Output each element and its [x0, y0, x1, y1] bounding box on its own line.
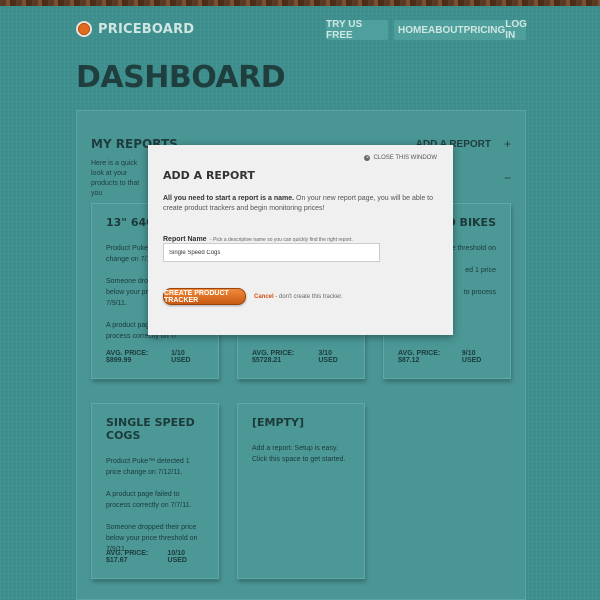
try-us-free-button[interactable]: TRY US FREE [326, 19, 388, 41]
close-label[interactable]: CLOSE THIS WINDOW [373, 155, 437, 161]
brand-logo[interactable]: PRICEBOARD [76, 21, 194, 37]
card-title: [EMPTY] [252, 416, 305, 429]
card-footer: AVG. PRICE: $17.67 10/10 USED [106, 550, 204, 564]
report-name-input[interactable] [163, 243, 380, 262]
card-footer: AVG. PRICE: $87.12 9/10 USED [398, 350, 496, 364]
main-nav: HOME ABOUT PRICING LOG IN [394, 19, 527, 41]
nav-login[interactable]: LOG IN [505, 19, 527, 41]
wood-header-strip [0, 0, 600, 6]
reports-intro: Here is a quick look at your products to… [91, 160, 140, 197]
cancel-note: - don't create this tracker. [273, 294, 343, 300]
brand-name: PRICEBOARD [98, 21, 195, 37]
card-line: A product page failed to process correct… [106, 491, 192, 509]
nav-about[interactable]: ABOUT [428, 25, 464, 36]
cancel-row: Cancel - don't create this tracker. [254, 294, 343, 300]
avg-price: AVG. PRICE: $17.67 [106, 550, 149, 564]
card-footer: AVG. PRICE: $5728.21 3/10 USED [252, 350, 350, 364]
close-icon[interactable]: × [364, 155, 371, 161]
used-count: 1/10 USED [171, 350, 191, 364]
avg-price: AVG. PRICE: $5728.21 [252, 350, 295, 364]
nav-home[interactable]: HOME [398, 25, 428, 36]
report-card-empty[interactable]: [EMPTY] Add a report: Setup is easy. Cli… [237, 403, 365, 579]
report-name-label: Report Name - Pick a descriptive name so… [163, 236, 353, 243]
minus-icon[interactable]: − [504, 171, 511, 185]
used-count: 10/10 USED [167, 550, 187, 564]
modal-description: All you need to start a report is a name… [163, 194, 433, 214]
close-window-link[interactable]: × CLOSE THIS WINDOW [364, 155, 437, 161]
avg-price: AVG. PRICE: $87.12 [398, 350, 441, 364]
top-navigation: PRICEBOARD TRY US FREE HOME ABOUT PRICIN… [76, 18, 527, 42]
plus-icon[interactable]: + [504, 137, 511, 151]
add-report-modal: × CLOSE THIS WINDOW ADD A REPORT All you… [148, 145, 453, 335]
modal-title: ADD A REPORT [163, 169, 255, 182]
field-label: Report Name [163, 236, 207, 243]
avg-price: AVG. PRICE: $899.99 [106, 350, 149, 364]
nav-pricing[interactable]: PRICING [464, 25, 506, 36]
cancel-link[interactable]: Cancel [254, 294, 274, 300]
card-footer: AVG. PRICE: $899.99 1/10 USED [106, 350, 204, 364]
priceboard-logo-icon [76, 21, 92, 37]
create-product-tracker-button[interactable]: CREATE PRODUCT TRACKER [163, 288, 246, 305]
card-title: SINGLE SPEED COGS [106, 416, 195, 442]
page-title: DASHBOARD [76, 60, 286, 95]
used-count: 3/10 USED [318, 350, 338, 364]
used-count: 9/10 USED [461, 350, 482, 364]
card-line: Add a report: Setup is easy. Click this … [252, 445, 346, 463]
report-card-cogs[interactable]: SINGLE SPEED COGS Product Puke™ detected… [91, 403, 219, 579]
modal-desc-strong: All you need to start a report is a name… [163, 195, 295, 202]
card-line: Product Puke™ detected 1 price change on… [106, 458, 190, 476]
